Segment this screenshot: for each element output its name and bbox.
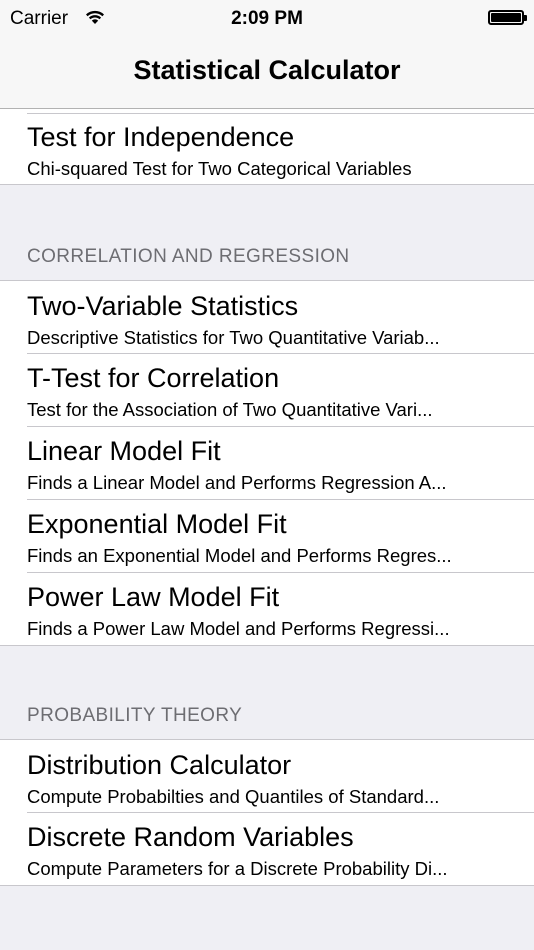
section-header-probability: PROBABILITY THEORY — [0, 646, 534, 739]
list-item-two-variable-statistics[interactable]: Two-Variable Statistics Descriptive Stat… — [0, 281, 534, 353]
list-item-distribution-calculator[interactable]: Distribution Calculator Compute Probabil… — [0, 740, 534, 812]
battery-icon — [488, 10, 527, 25]
item-title: Power Law Model Fit — [27, 582, 280, 612]
item-subtitle: Compute Probabilties and Quantiles of St… — [27, 786, 440, 807]
page-title: Statistical Calculator — [133, 55, 401, 85]
item-subtitle: Chi-squared Test for Two Categorical Var… — [27, 158, 412, 179]
item-subtitle: Test for the Association of Two Quantita… — [27, 399, 433, 420]
list-item-test-for-independence[interactable]: Test for Independence Chi-squared Test f… — [0, 109, 534, 184]
top-group: Test for Independence Chi-squared Test f… — [0, 109, 534, 185]
separator — [27, 113, 534, 114]
list-item-linear-model-fit[interactable]: Linear Model Fit Finds a Linear Model an… — [0, 426, 534, 499]
section-header-label: PROBABILITY THEORY — [27, 705, 243, 726]
item-subtitle: Finds an Exponential Model and Performs … — [27, 545, 452, 566]
status-time: 2:09 PM — [231, 8, 303, 29]
status-bar: Carrier 2:09 PM — [0, 0, 534, 38]
item-subtitle: Finds a Linear Model and Performs Regres… — [27, 472, 447, 493]
item-title: T-Test for Correlation — [27, 363, 280, 393]
section-probability: Distribution Calculator Compute Probabil… — [0, 739, 534, 886]
item-title: Discrete Random Variables — [27, 822, 354, 852]
item-subtitle: Finds a Power Law Model and Performs Reg… — [27, 618, 450, 639]
item-subtitle: Descriptive Statistics for Two Quantitat… — [27, 327, 440, 348]
section-header-label: CORRELATION AND REGRESSION — [27, 246, 350, 267]
list-item-exponential-model-fit[interactable]: Exponential Model Fit Finds an Exponenti… — [0, 499, 534, 572]
item-title: Test for Independence — [27, 122, 295, 152]
list-item-t-test-for-correlation[interactable]: T-Test for Correlation Test for the Asso… — [0, 353, 534, 426]
section-header-correlation: CORRELATION AND REGRESSION — [0, 185, 534, 280]
section-correlation: Two-Variable Statistics Descriptive Stat… — [0, 280, 534, 646]
table-view[interactable]: Test for Independence Chi-squared Test f… — [0, 109, 534, 950]
item-subtitle: Compute Parameters for a Discrete Probab… — [27, 858, 448, 879]
item-title: Distribution Calculator — [27, 750, 292, 780]
item-title: Exponential Model Fit — [27, 509, 287, 539]
list-item-power-law-model-fit[interactable]: Power Law Model Fit Finds a Power Law Mo… — [0, 572, 534, 645]
item-title: Linear Model Fit — [27, 436, 221, 466]
list-item-discrete-random-variables[interactable]: Discrete Random Variables Compute Parame… — [0, 812, 534, 885]
navigation-bar: Statistical Calculator — [0, 38, 534, 109]
item-title: Two-Variable Statistics — [27, 291, 299, 321]
